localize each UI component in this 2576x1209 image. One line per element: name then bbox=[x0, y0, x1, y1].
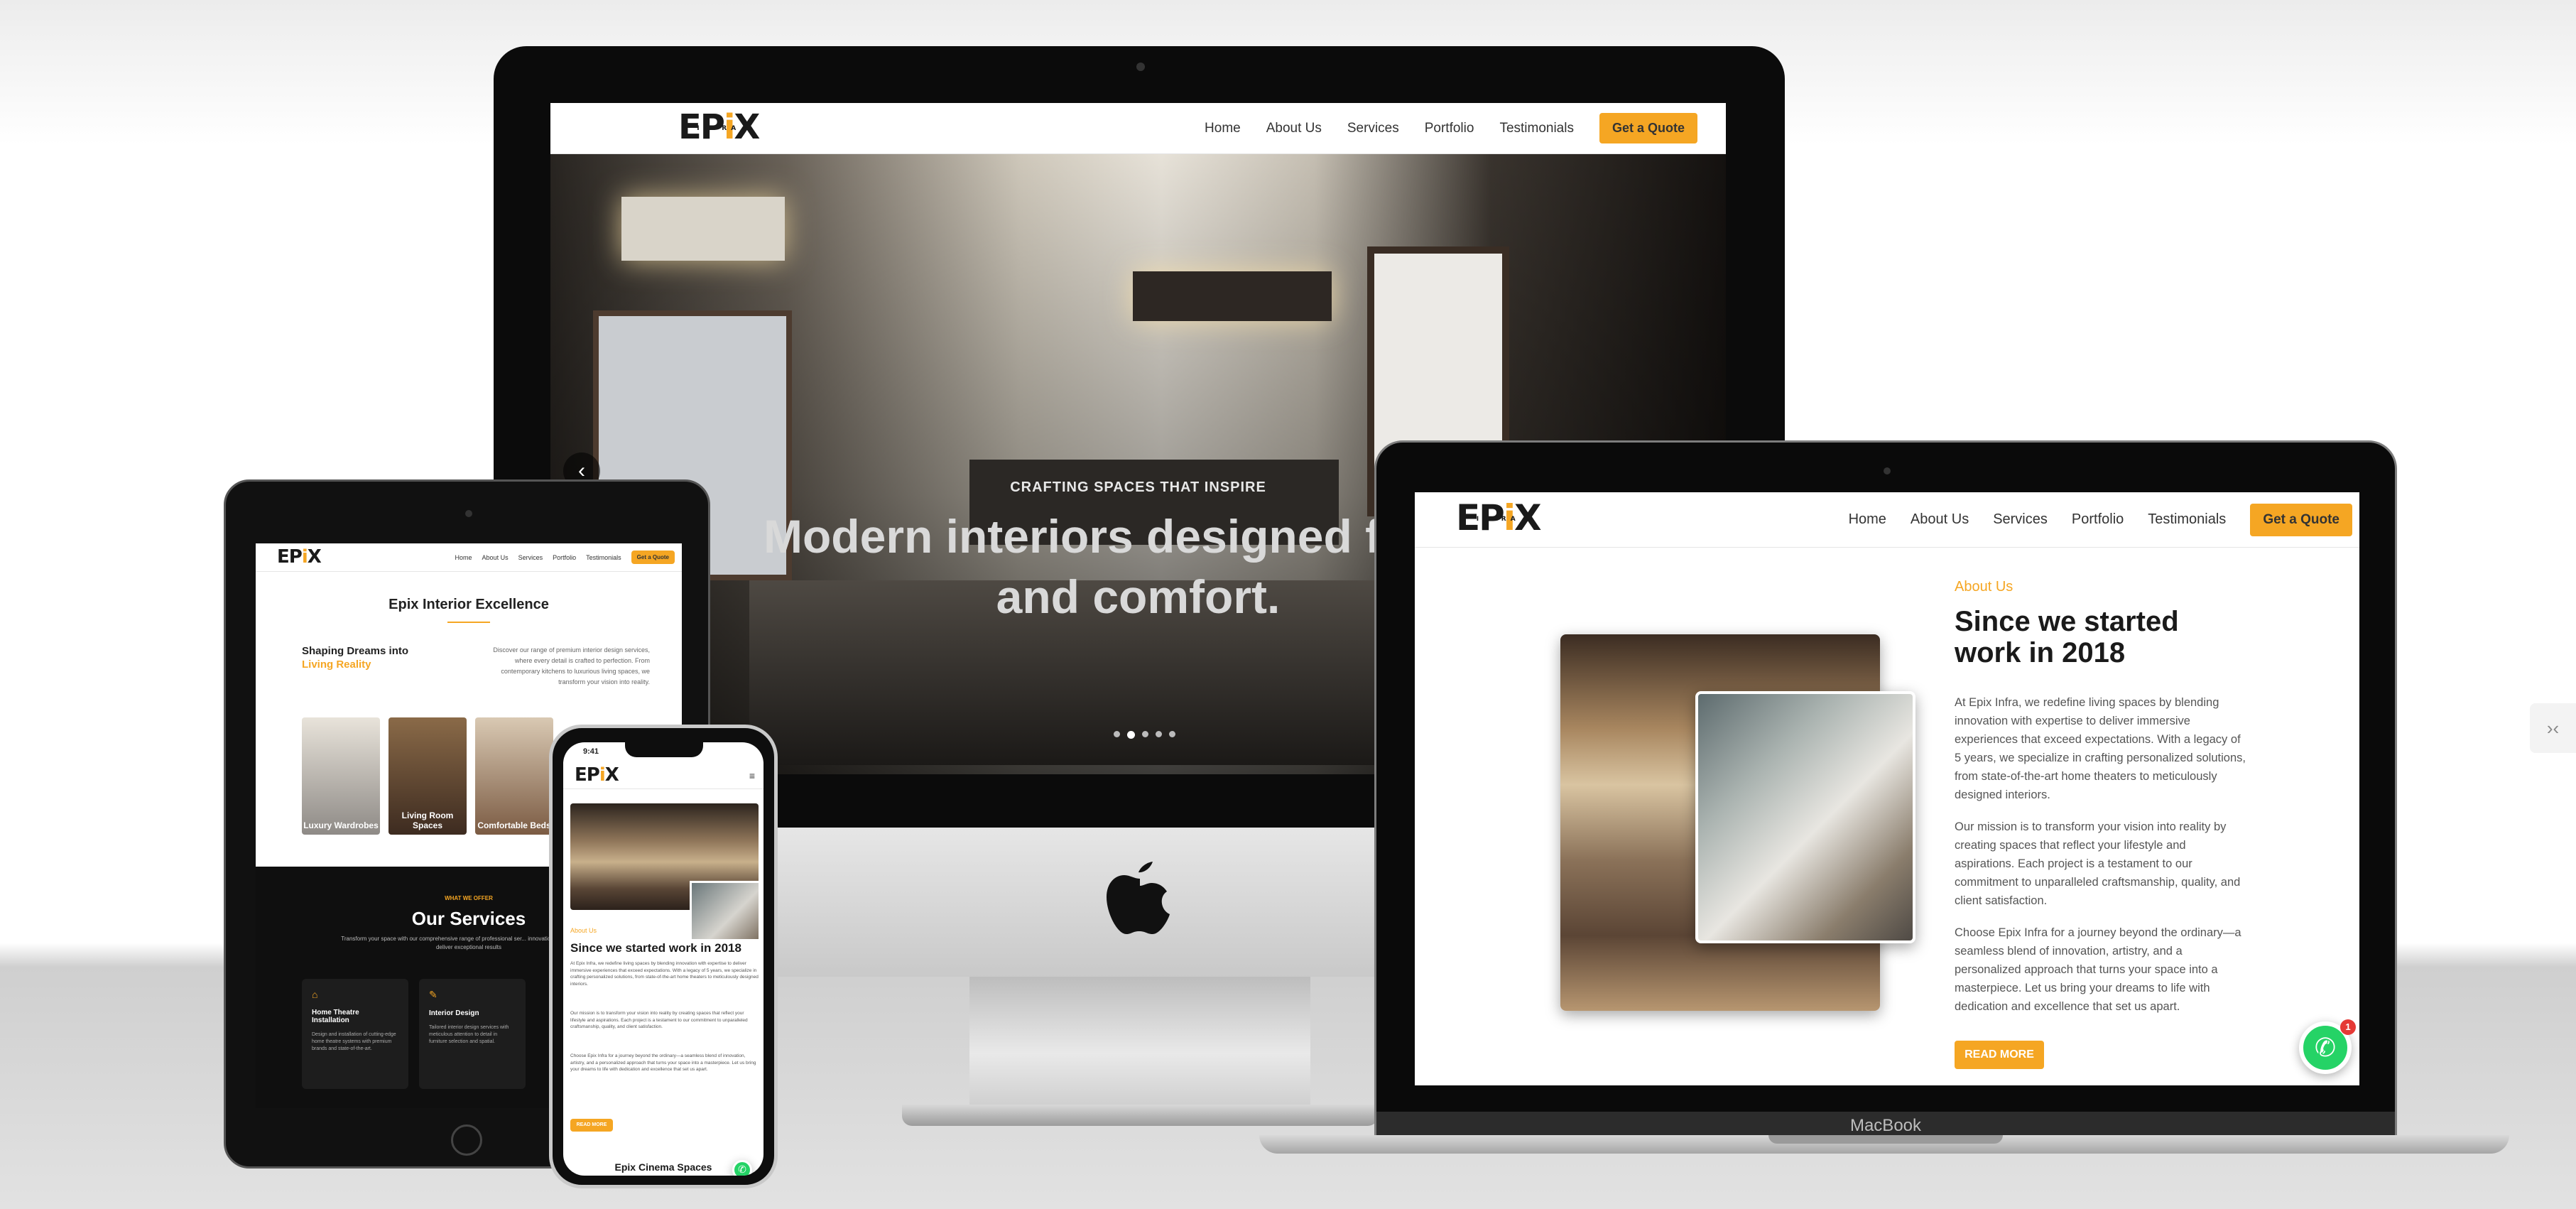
imac-navbar: EPiX INFRA Home About Us Services Portfo… bbox=[550, 103, 1726, 154]
hero-ceiling-panel bbox=[1133, 271, 1332, 321]
phone-screen: 9:41 EPiX ≡ About Us Since we started wo… bbox=[563, 742, 763, 1176]
tablet-navbar: EPiX Home About Us Services Portfolio Te… bbox=[256, 543, 682, 572]
nav-services[interactable]: Services bbox=[1993, 511, 2048, 528]
phone-paragraph-2: Our mission is to transform your vision … bbox=[570, 1011, 748, 1029]
phone-navbar: EPiX ≡ bbox=[563, 762, 763, 789]
apple-logo-icon bbox=[1107, 862, 1170, 934]
phone-image-kitchen bbox=[690, 881, 761, 941]
logo[interactable]: EPiX bbox=[575, 762, 619, 789]
thumb-living-room[interactable]: Living Room Spaces bbox=[388, 717, 467, 835]
nav-about[interactable]: About Us bbox=[1266, 121, 1322, 136]
tablet-intro: Discover our range of premium interior d… bbox=[493, 646, 650, 685]
phone-about-heading: Since we started work in 2018 bbox=[570, 941, 741, 955]
about-paragraph-3: Choose Epix Infra for a journey beyond t… bbox=[1955, 926, 2241, 1013]
logo[interactable]: EPiX bbox=[277, 543, 322, 572]
slider-dot[interactable] bbox=[1114, 731, 1120, 737]
phone-read-more-button[interactable]: READ MORE bbox=[570, 1119, 613, 1132]
hero-ceiling bbox=[621, 197, 785, 261]
thumb-wardrobes[interactable]: Luxury Wardrobes bbox=[302, 717, 380, 835]
whatsapp-icon[interactable]: ✆ bbox=[732, 1160, 752, 1176]
about-image-kitchen bbox=[1695, 691, 1915, 943]
tablet-home-button[interactable] bbox=[451, 1124, 482, 1156]
slider-dot[interactable] bbox=[1156, 731, 1162, 737]
thumb-beds[interactable]: Comfortable Beds bbox=[475, 717, 553, 835]
nav-about[interactable]: About Us bbox=[1911, 511, 1969, 528]
nav-home[interactable]: Home bbox=[1205, 121, 1241, 136]
tablet-tagline-2: Living Reality bbox=[302, 658, 371, 671]
tablet-section-title: Epix Interior Excellence bbox=[388, 597, 549, 612]
slider-dots bbox=[1114, 731, 1175, 739]
macbook-camera bbox=[1884, 467, 1891, 475]
nav-services[interactable]: Services bbox=[518, 554, 543, 561]
nav-menu: Home About Us Services Portfolio Testimo… bbox=[1205, 113, 1697, 143]
expand-icon[interactable]: ›‹ bbox=[2530, 703, 2576, 753]
phone-notch bbox=[625, 739, 703, 757]
imac-foot bbox=[902, 1105, 1378, 1126]
nav-testimonials[interactable]: Testimonials bbox=[2148, 511, 2226, 528]
read-more-button[interactable]: READ MORE bbox=[1955, 1041, 2044, 1069]
nav-portfolio[interactable]: Portfolio bbox=[553, 554, 576, 561]
nav-testimonials[interactable]: Testimonials bbox=[586, 554, 621, 561]
imac-stand bbox=[969, 977, 1310, 1105]
get-quote-button[interactable]: Get a Quote bbox=[631, 551, 675, 564]
paint-icon: ✎ bbox=[429, 989, 438, 1000]
about-paragraph-2: Our mission is to transform your vision … bbox=[1955, 820, 2241, 907]
status-time: 9:41 bbox=[583, 747, 599, 756]
nav-about[interactable]: About Us bbox=[482, 554, 509, 561]
nav-menu: Home About Us Services Portfolio Testimo… bbox=[455, 551, 675, 564]
imac-camera bbox=[1136, 63, 1145, 71]
logo[interactable]: EPiX INFRA bbox=[1456, 492, 1541, 548]
home-icon: ⌂ bbox=[312, 989, 318, 1000]
service-card[interactable]: ✎ Interior Design Tailored interior desi… bbox=[419, 979, 526, 1089]
about-paragraph-1: At Epix Infra, we redefine living spaces… bbox=[1955, 696, 2246, 801]
about-eyebrow: About Us bbox=[1955, 579, 2013, 595]
nav-testimonials[interactable]: Testimonials bbox=[1499, 121, 1574, 136]
nav-portfolio[interactable]: Portfolio bbox=[1425, 121, 1474, 136]
menu-icon[interactable]: ≡ bbox=[749, 770, 755, 781]
title-underline bbox=[447, 622, 490, 623]
tablet-camera bbox=[465, 510, 472, 517]
slider-dot[interactable] bbox=[1127, 731, 1135, 739]
service-card[interactable]: ⌂ Home Theatre Installation Design and i… bbox=[302, 979, 408, 1089]
logo[interactable]: EPiX INFRA bbox=[678, 103, 760, 154]
nav-home[interactable]: Home bbox=[1849, 511, 1886, 528]
slider-dot[interactable] bbox=[1169, 731, 1175, 737]
nav-home[interactable]: Home bbox=[455, 554, 472, 561]
get-quote-button[interactable]: Get a Quote bbox=[2250, 503, 2352, 536]
macbook-notch bbox=[1768, 1135, 2003, 1144]
phone-paragraph-1: At Epix Infra, we redefine living spaces… bbox=[570, 961, 759, 987]
nav-portfolio[interactable]: Portfolio bbox=[2072, 511, 2124, 528]
notification-badge: 1 bbox=[2340, 1019, 2356, 1035]
phone-about-eyebrow: About Us bbox=[570, 927, 597, 934]
slider-dot[interactable] bbox=[1142, 731, 1148, 737]
macbook-navbar: EPiX INFRA Home About Us Services Portfo… bbox=[1415, 492, 2359, 548]
about-heading: Since we started work in 2018 bbox=[1955, 606, 2179, 668]
phone-paragraph-3: Choose Epix Infra for a journey beyond t… bbox=[570, 1053, 756, 1072]
get-quote-button[interactable]: Get a Quote bbox=[1599, 113, 1697, 143]
nav-menu: Home About Us Services Portfolio Testimo… bbox=[1849, 503, 2352, 536]
tablet-tagline-1: Shaping Dreams into bbox=[302, 645, 409, 657]
nav-menu: ≡ bbox=[749, 770, 755, 781]
nav-services[interactable]: Services bbox=[1347, 121, 1399, 136]
macbook-screen: EPiX INFRA Home About Us Services Portfo… bbox=[1415, 492, 2359, 1085]
